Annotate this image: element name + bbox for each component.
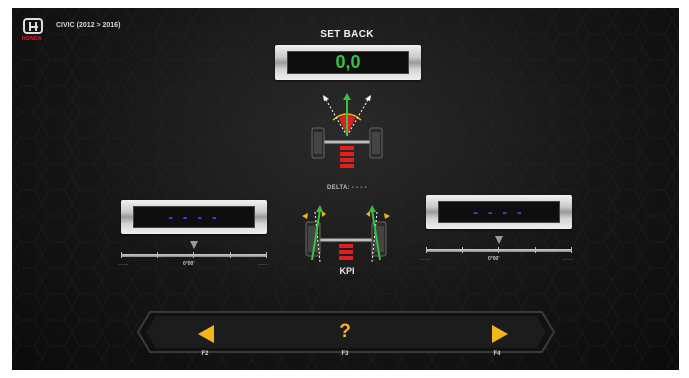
vehicle-model: CIVIC (2012 > 2016) [56,22,121,29]
delta-readout: DELTA: - - - - [327,185,367,191]
setback-axle-diagram [311,93,383,168]
back-button[interactable]: F2 [190,311,230,357]
setback-value: 0,0 [335,52,361,72]
kpi-left-angle: 0°00' [183,261,195,267]
arrow-right-icon [492,325,508,343]
kpi-label: KPI [339,266,355,276]
brand-name: HONDA [22,36,42,42]
kpi-right-pointer [495,236,503,244]
f3-key-label: F3 [341,351,349,357]
kpi-left-scale [121,252,267,258]
kpi-right-angle: 0°00' [488,256,500,262]
bottom-nav: F2 ? F3 F4 [142,311,550,357]
setback-title: SET BACK [320,29,374,40]
kpi-right-value: - - - - [473,204,525,220]
kpi-left-max: ----- [258,262,269,268]
kpi-right-min: ----- [420,257,431,263]
next-button[interactable]: F4 [482,311,522,357]
brand-logo: HONDA [22,18,48,42]
kpi-left-min: ----- [118,262,129,268]
setback-display: 0,0 [275,45,421,80]
kpi-right-scale [426,247,572,253]
help-button[interactable]: ? F3 [330,311,370,357]
arrow-left-icon [198,325,214,343]
f4-key-label: F4 [493,351,501,357]
kpi-axle-diagram [302,205,390,263]
question-icon: ? [339,321,351,342]
f2-key-label: F2 [201,351,209,357]
honda-logo-icon [23,18,43,34]
alignment-screen: HONDA CIVIC (2012 > 2016) SET BACK 0,0 D… [12,8,679,370]
kpi-left-value: - - - - [168,209,220,225]
kpi-left-display: - - - - [121,200,267,234]
kpi-left-pointer [190,241,198,249]
kpi-right-display: - - - - [426,195,572,229]
kpi-right-max: ----- [563,257,574,263]
